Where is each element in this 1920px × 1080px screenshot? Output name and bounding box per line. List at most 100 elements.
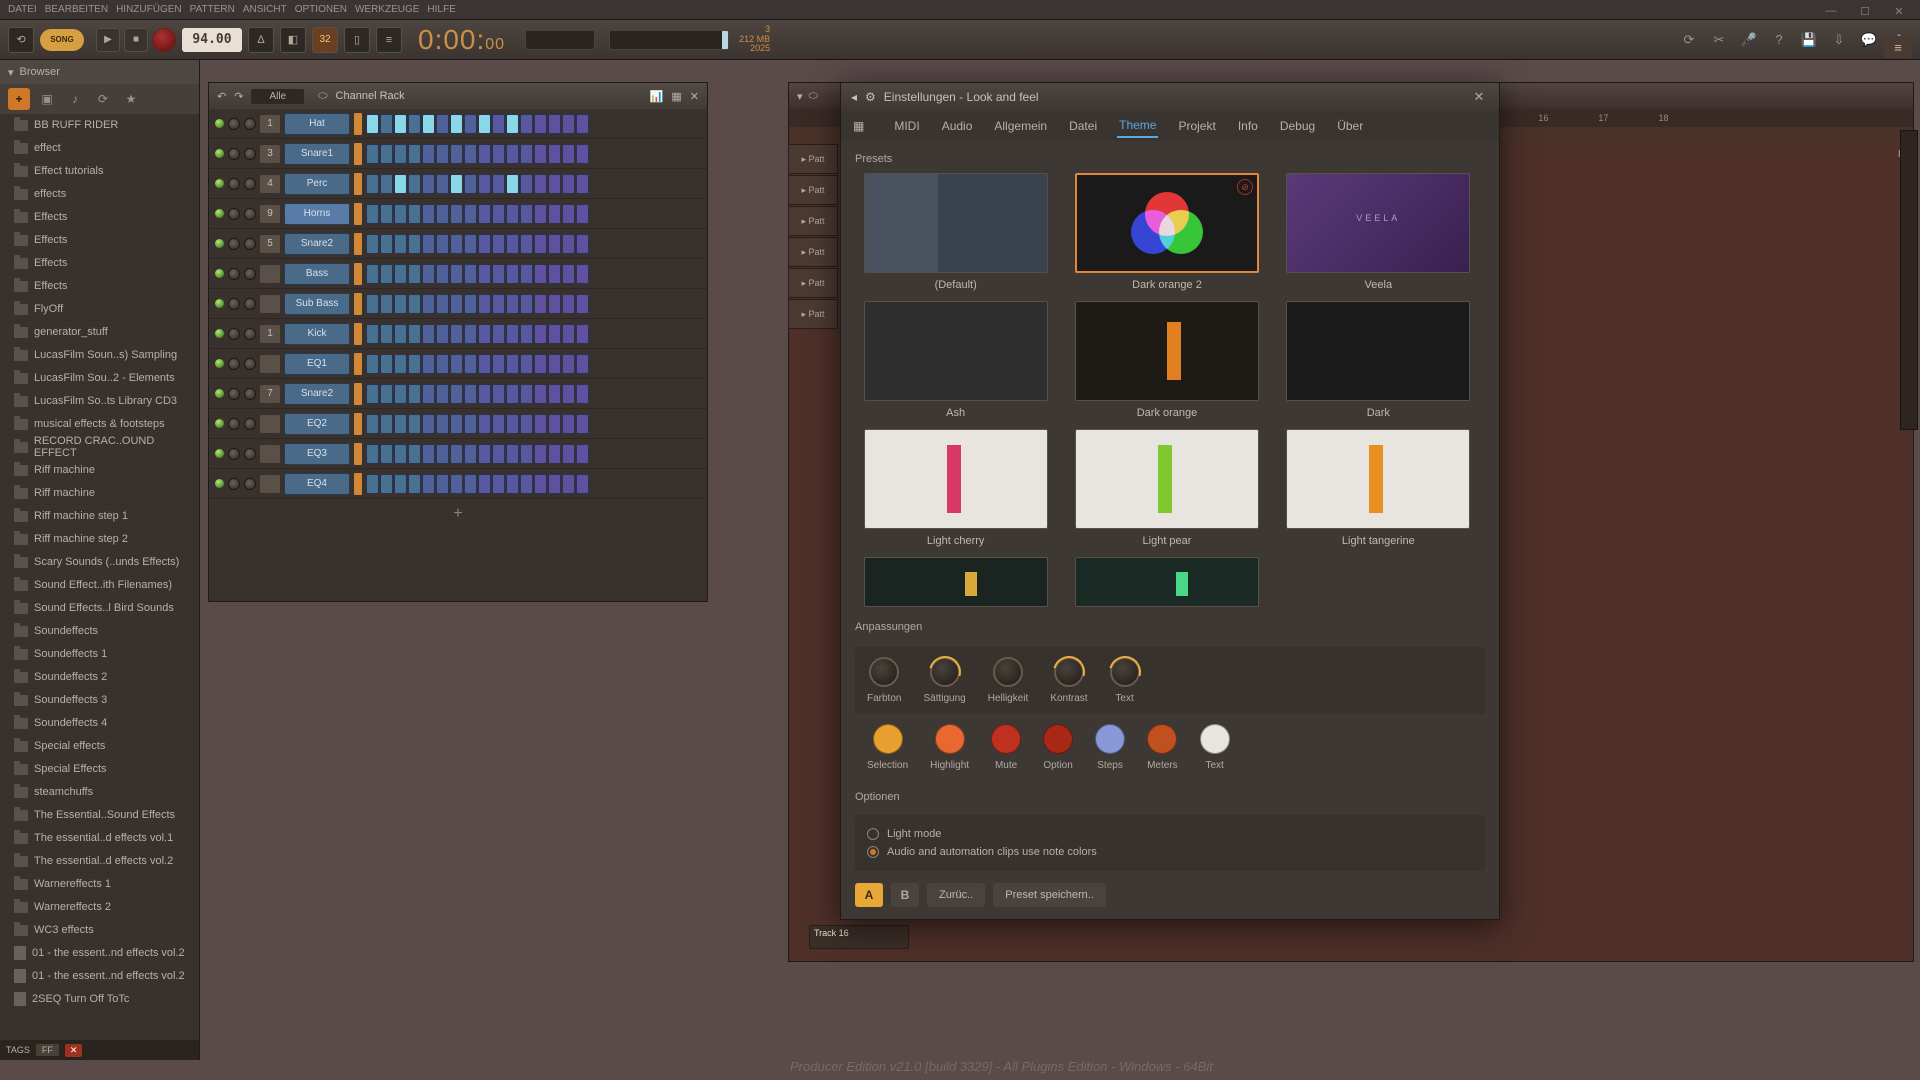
step-cell[interactable]	[464, 414, 477, 434]
refresh-icon[interactable]: ⟳	[1676, 27, 1702, 53]
step-cell[interactable]	[492, 444, 505, 464]
channel-name[interactable]: EQ2	[284, 413, 350, 435]
step-cell[interactable]	[450, 324, 463, 344]
step-cell[interactable]	[534, 204, 547, 224]
step-cell[interactable]	[520, 294, 533, 314]
channel-led[interactable]	[215, 209, 224, 218]
step-cell[interactable]	[380, 414, 393, 434]
color-swatch[interactable]	[1095, 724, 1125, 754]
step-cell[interactable]	[492, 414, 505, 434]
step-cell[interactable]	[436, 264, 449, 284]
step-cell[interactable]	[366, 444, 379, 464]
channel-row[interactable]: 4Perc	[209, 169, 707, 199]
step-cell[interactable]	[464, 204, 477, 224]
step-cell[interactable]	[520, 174, 533, 194]
channel-led[interactable]	[215, 299, 224, 308]
settings-tab[interactable]: Theme	[1117, 114, 1158, 138]
step-cell[interactable]	[366, 144, 379, 164]
step-cell[interactable]	[436, 204, 449, 224]
step-cell[interactable]	[492, 144, 505, 164]
channel-led[interactable]	[215, 359, 224, 368]
browser-folder[interactable]: effect	[0, 137, 199, 160]
step-cell[interactable]	[576, 114, 589, 134]
time-display[interactable]: 0:00:00	[418, 24, 505, 56]
vol-knob[interactable]	[244, 328, 256, 340]
step-cell[interactable]	[478, 444, 491, 464]
theme-preset[interactable]: (Default)	[855, 173, 1056, 291]
step-cell[interactable]	[576, 324, 589, 344]
browser-folder[interactable]: steamchuffs	[0, 781, 199, 804]
step-cell[interactable]	[478, 474, 491, 494]
settings-tab[interactable]: Allgemein	[992, 115, 1049, 137]
step-cell[interactable]	[366, 234, 379, 254]
step-cell[interactable]	[562, 114, 575, 134]
close-rack-icon[interactable]: ✕	[690, 90, 699, 103]
step-cell[interactable]	[366, 384, 379, 404]
countdown-icon[interactable]: ◧	[280, 27, 306, 53]
step-cell[interactable]	[562, 294, 575, 314]
step-cell[interactable]	[436, 174, 449, 194]
color-swatch[interactable]	[1200, 724, 1230, 754]
color-swatch[interactable]	[1043, 724, 1073, 754]
channel-led[interactable]	[215, 389, 224, 398]
channel-row[interactable]: Bass	[209, 259, 707, 289]
step-cell[interactable]	[408, 414, 421, 434]
channel-number[interactable]: 1	[260, 115, 280, 133]
step-cell[interactable]	[548, 414, 561, 434]
master-sliders[interactable]	[1900, 130, 1918, 430]
channel-name[interactable]: Kick	[284, 323, 350, 345]
channel-row[interactable]: 9Horns	[209, 199, 707, 229]
step-cell[interactable]	[492, 474, 505, 494]
step-cell[interactable]	[492, 384, 505, 404]
step-cell[interactable]	[366, 414, 379, 434]
step-cell[interactable]	[464, 114, 477, 134]
step-cell[interactable]	[506, 354, 519, 374]
sync-icon[interactable]: ⟲	[8, 27, 34, 53]
browser-folder[interactable]: WC3 effects	[0, 919, 199, 942]
step-cell[interactable]	[478, 144, 491, 164]
step-cell[interactable]	[366, 114, 379, 134]
channel-name[interactable]: Horns	[284, 203, 350, 225]
step-cell[interactable]	[380, 384, 393, 404]
step-cell[interactable]	[562, 174, 575, 194]
browser-folder[interactable]: Riff machine step 2	[0, 528, 199, 551]
step-cell[interactable]	[478, 264, 491, 284]
step-cell[interactable]	[492, 174, 505, 194]
step-cell[interactable]	[450, 174, 463, 194]
color-mute[interactable]: Mute	[991, 724, 1021, 771]
step-cell[interactable]	[422, 444, 435, 464]
step-cell[interactable]	[450, 294, 463, 314]
step-cell[interactable]	[562, 324, 575, 344]
color-steps[interactable]: Steps	[1095, 724, 1125, 771]
step-cell[interactable]	[562, 144, 575, 164]
step-cell[interactable]	[576, 294, 589, 314]
preset-thumbnail[interactable]	[1075, 301, 1259, 401]
channel-name[interactable]: Perc	[284, 173, 350, 195]
step-cell[interactable]	[548, 234, 561, 254]
browser-folder[interactable]: The essential..d effects vol.1	[0, 827, 199, 850]
star-icon[interactable]: ★	[120, 88, 142, 110]
knob-icon[interactable]	[1110, 657, 1140, 687]
pan-knob[interactable]	[228, 268, 240, 280]
step-cell[interactable]	[366, 264, 379, 284]
pl-menu-icon[interactable]: ▾	[797, 90, 803, 103]
theme-preset[interactable]	[1066, 557, 1267, 607]
mic-icon[interactable]: 🎤	[1736, 27, 1762, 53]
color-text[interactable]: Text	[1200, 724, 1230, 771]
step-cell[interactable]	[380, 204, 393, 224]
step-cell[interactable]	[408, 294, 421, 314]
browser-folder[interactable]: Special Effects	[0, 758, 199, 781]
forward-icon[interactable]: ↷	[234, 90, 243, 103]
step-cell[interactable]	[520, 114, 533, 134]
browser-folder[interactable]: Riff machine	[0, 482, 199, 505]
step-cell[interactable]	[422, 414, 435, 434]
snap-value[interactable]: 32	[312, 27, 338, 53]
step-cell[interactable]	[450, 414, 463, 434]
pan-knob[interactable]	[228, 238, 240, 250]
step-cell[interactable]	[548, 444, 561, 464]
step-cell[interactable]	[394, 384, 407, 404]
step-cell[interactable]	[492, 264, 505, 284]
step-cell[interactable]	[366, 324, 379, 344]
dialog-gear-icon[interactable]: ⚙	[865, 90, 876, 104]
add-channel-button[interactable]: +	[209, 499, 707, 529]
